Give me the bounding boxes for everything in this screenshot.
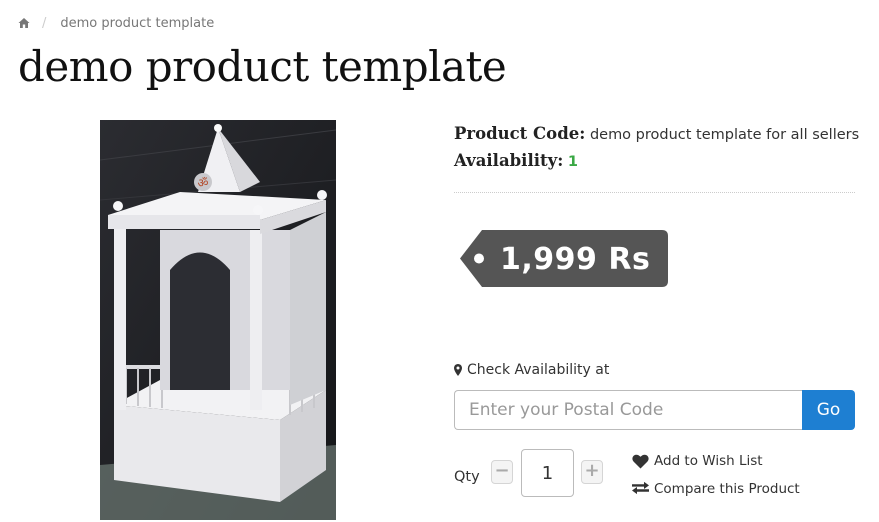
product-image[interactable]: ॐ — [100, 120, 336, 520]
availability-label: Availability: — [454, 151, 564, 170]
check-availability-label: Check Availability at — [454, 362, 609, 378]
compare-product-link[interactable]: Compare this Product — [632, 481, 800, 497]
postal-code-input[interactable] — [454, 390, 803, 430]
product-code-value: demo product template for all sellers — [589, 127, 860, 143]
product-code-label: Product Code: — [454, 124, 586, 143]
qty-increase-button[interactable]: + — [581, 460, 603, 484]
price-value: 1,999 Rs — [500, 242, 651, 277]
qty-decrease-button[interactable]: − — [491, 460, 513, 484]
qty-label: Qty — [454, 469, 480, 485]
product-code: Product Code: demo product template for … — [454, 124, 859, 143]
wishlist-label: Add to Wish List — [654, 453, 763, 469]
svg-text:ॐ: ॐ — [198, 176, 209, 190]
qty-input[interactable] — [521, 449, 574, 497]
page-title: demo product template — [18, 42, 507, 91]
availability: Availability: 1 — [454, 151, 578, 170]
availability-value: 1 — [567, 154, 578, 170]
divider — [454, 192, 855, 193]
go-button[interactable]: Go — [802, 390, 855, 430]
exchange-icon — [632, 481, 649, 494]
price-tag: 1,999 Rs — [460, 230, 668, 287]
breadcrumb: / demo product template — [18, 14, 214, 32]
home-icon[interactable] — [18, 17, 30, 29]
compare-label: Compare this Product — [654, 481, 800, 497]
breadcrumb-separator: / — [42, 15, 47, 31]
heart-icon — [632, 454, 649, 468]
check-availability-text: Check Availability at — [467, 362, 610, 378]
map-marker-icon — [454, 364, 462, 376]
add-to-wishlist-link[interactable]: Add to Wish List — [632, 453, 763, 469]
breadcrumb-current[interactable]: demo product template — [60, 16, 214, 31]
